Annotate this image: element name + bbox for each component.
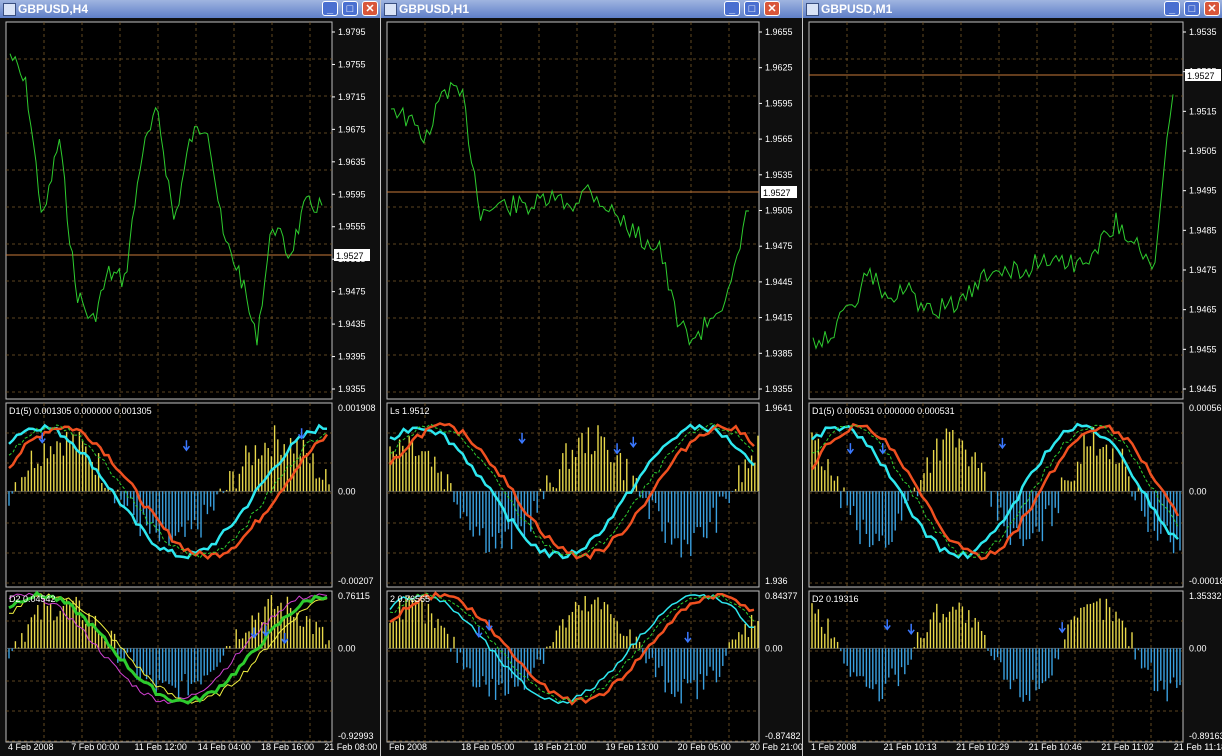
price-axis-label: 1.9625 [765,63,793,73]
indicator-label: Ls 1.9512 [390,406,430,416]
time-axis-label: 21 Feb 11:18 [1174,742,1222,752]
time-axis-label: 21 Feb 10:29 [956,742,1009,752]
indicator-axis-label: 0.00 [1189,486,1207,496]
price-axis-label: 1.9455 [1189,344,1217,354]
price-axis-label: 1.9675 [338,124,366,134]
price-axis-label: 1.9475 [338,287,366,297]
chart-window-h1[interactable]: GBPUSD,H1 _ □ ✕ 1.9655 1.9625 1.9595 1.9565… [380,0,803,756]
time-axis-label: 21 Feb 10:46 [1029,742,1082,752]
indicator-label: 2 0.76565 [390,594,430,604]
price-axis-label: 1.9515 [1189,106,1217,116]
time-axis-label: 4 Feb 2008 [8,742,54,752]
indicator-label: D2 0.19316 [812,594,859,604]
price-axis-label: 1.9495 [1189,186,1217,196]
indicator-axis-label: 0.84377 [765,591,798,601]
time-axis-label: 20 Feb 21:00 [750,742,803,752]
indicator-label: D1(5) 0.000531 0.000000 0.000531 [812,406,955,416]
price-axis-label: 1.9795 [338,27,366,37]
time-axis-label: 20 Feb 05:00 [678,742,731,752]
chart-canvas[interactable]: 1.95351.95251.95151.95051.94951.94851.94… [803,0,1222,756]
time-axis-label: 18 Feb 16:00 [261,742,314,752]
price-axis-label: 1.9755 [338,59,366,69]
price-axis-label: 1.9445 [765,277,793,287]
indicator-axis-label: -0.00207 [338,576,374,586]
indicator-axis-label: -0.87482 [765,731,801,741]
time-axis-label: 21 Feb 10:13 [884,742,937,752]
panel-0 [808,21,1184,400]
panel-2 [808,590,1184,743]
time-axis-label: 21 Feb 11:02 [1101,742,1153,752]
indicator-label: D2 0.04542 [9,594,56,604]
price-axis-label: 1.9355 [765,384,793,394]
time-axis-label: 1 Feb 2008 [811,742,857,752]
price-axis-label: 1.9715 [338,92,366,102]
indicator-axis-label: 0.00 [765,643,783,653]
panel-0 [5,21,333,400]
indicator-axis-label: 0.00056 [1189,403,1222,413]
indicator-axis-label: 1.936 [765,576,788,586]
indicator-axis-label: -0.89163 [1189,731,1222,741]
price-axis-label: 1.9465 [1189,305,1217,315]
price-axis-label: 1.9445 [1189,384,1217,394]
price-axis-label: 1.9395 [338,352,366,362]
price-axis-label: 1.9355 [338,384,366,394]
price-axis-label: 1.9535 [765,170,793,180]
indicator-axis-label: 1.35332 [1189,591,1222,601]
price-axis-label: 1.9475 [1189,265,1217,275]
price-axis-label: 1.9595 [338,189,366,199]
indicator-axis-label: -0.00018 [1189,576,1222,586]
time-axis-label: 18 Feb 21:00 [533,742,586,752]
price-axis-label: 1.9635 [338,157,366,167]
time-axis-label: 7 Feb 00:00 [71,742,119,752]
time-axis-label: 18 Feb 05:00 [461,742,514,752]
price-axis-label: 1.9475 [765,241,793,251]
current-price-label: 1.9527 [336,251,364,261]
chart-canvas[interactable]: 1.9655 1.9625 1.9595 1.9565 1.9535 1.9505 1.94… [381,0,803,756]
indicator-axis-label: 1.9641 [765,403,793,413]
price-axis-label: 1.9595 [765,98,793,108]
indicator-axis-label: 0.001908 [338,403,376,413]
indicator-axis-label: 0.00 [1189,643,1207,653]
price-axis-label: 1.9555 [338,222,366,232]
price-axis-label: 1.9415 [765,313,793,323]
price-axis-label: 1.9565 [765,134,793,144]
price-axis-label: 1.9485 [1189,225,1217,235]
indicator-label: D1(5) 0.001305 0.000000 0.001305 [9,406,152,416]
time-axis-label: 21 Feb 08:00 [324,742,377,752]
time-axis-label: 11 Feb 12:00 [134,742,186,752]
time-axis-label: 19 Feb 13:00 [606,742,659,752]
indicator-axis-label: -0.92993 [338,731,374,741]
time-axis-label: Feb 2008 [389,742,427,752]
chart-window-m1[interactable]: GBPUSD,M1 _ □ ✕ 1.95351.95251.95151.9505… [802,0,1222,756]
indicator-axis-label: 0.00 [338,486,356,496]
chart-window-h4[interactable]: GBPUSD,H4 _ □ ✕ 1.9795 1.9755 1.9715 1.9675… [0,0,380,756]
current-price-label: 1.9527 [1187,71,1215,81]
time-axis-label: 14 Feb 04:00 [198,742,251,752]
price-axis-label: 1.9435 [338,319,366,329]
price-axis-label: 1.9505 [1189,146,1217,156]
price-axis-label: 1.9535 [1189,27,1217,37]
price-axis-label: 1.9505 [765,206,793,216]
current-price-label: 1.9527 [763,188,791,198]
chart-canvas[interactable]: 1.9795 1.9755 1.9715 1.9675 1.9635 1.9595 1.95… [0,0,380,756]
price-axis-label: 1.9655 [765,27,793,37]
price-axis-label: 1.9385 [765,348,793,358]
indicator-axis-label: 0.00 [338,643,356,653]
indicator-axis-label: 0.76115 [338,591,370,601]
